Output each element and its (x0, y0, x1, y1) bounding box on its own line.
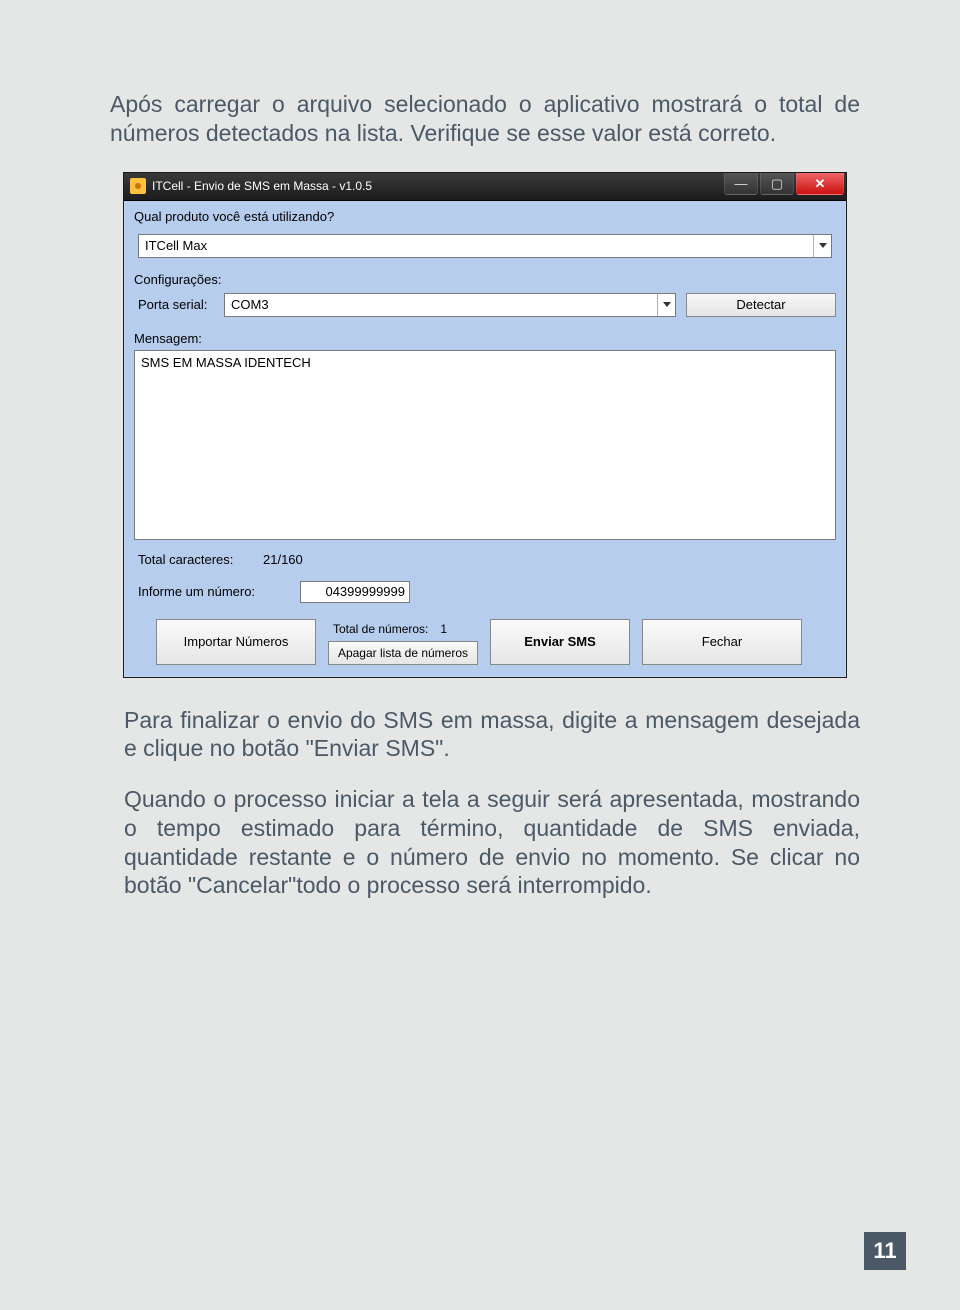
numero-label: Informe um número: (138, 584, 288, 599)
config-label: Configurações: (134, 272, 836, 287)
send-sms-button[interactable]: Enviar SMS (490, 619, 630, 665)
maximize-button[interactable]: ▢ (760, 173, 794, 195)
chevron-down-icon (657, 294, 675, 316)
product-select-value: ITCell Max (145, 238, 207, 253)
window-title: ITCell - Envio de SMS em Massa - v1.0.5 (152, 179, 372, 193)
chevron-down-icon (813, 235, 831, 257)
product-select[interactable]: ITCell Max (138, 234, 832, 258)
titlebar: ITCell - Envio de SMS em Massa - v1.0.5 … (124, 173, 846, 201)
total-numbers-readout: Total de números: 1 (328, 619, 478, 639)
import-numbers-button[interactable]: Importar Números (156, 619, 316, 665)
app-icon (130, 178, 146, 194)
serial-port-select[interactable]: COM3 (224, 293, 676, 317)
paragraph-process: Quando o processo iniciar a tela a segui… (124, 785, 860, 900)
clear-list-button[interactable]: Apagar lista de números (328, 641, 478, 665)
total-numbers-value: 1 (440, 622, 447, 636)
numero-input[interactable]: 04399999999 (300, 581, 410, 603)
char-count-value: 21/160 (263, 552, 303, 567)
paragraph-finalize: Para finalizar o envio do SMS em massa, … (124, 706, 860, 764)
intro-paragraph: Após carregar o arquivo selecionado o ap… (110, 90, 860, 148)
detect-button[interactable]: Detectar (686, 293, 836, 317)
app-window: ITCell - Envio de SMS em Massa - v1.0.5 … (123, 172, 847, 678)
product-question-label: Qual produto você está utilizando? (134, 209, 836, 224)
serial-port-label: Porta serial: (134, 297, 214, 312)
message-label: Mensagem: (134, 331, 836, 346)
serial-port-value: COM3 (231, 297, 269, 312)
char-count-label: Total caracteres: (138, 552, 233, 567)
close-window-button[interactable]: ✕ (796, 173, 844, 195)
message-textarea[interactable]: SMS EM MASSA IDENTECH (134, 350, 836, 540)
minimize-button[interactable]: — (724, 173, 758, 195)
close-button[interactable]: Fechar (642, 619, 802, 665)
total-numbers-label: Total de números: (333, 622, 428, 636)
page-number: 11 (864, 1232, 906, 1270)
